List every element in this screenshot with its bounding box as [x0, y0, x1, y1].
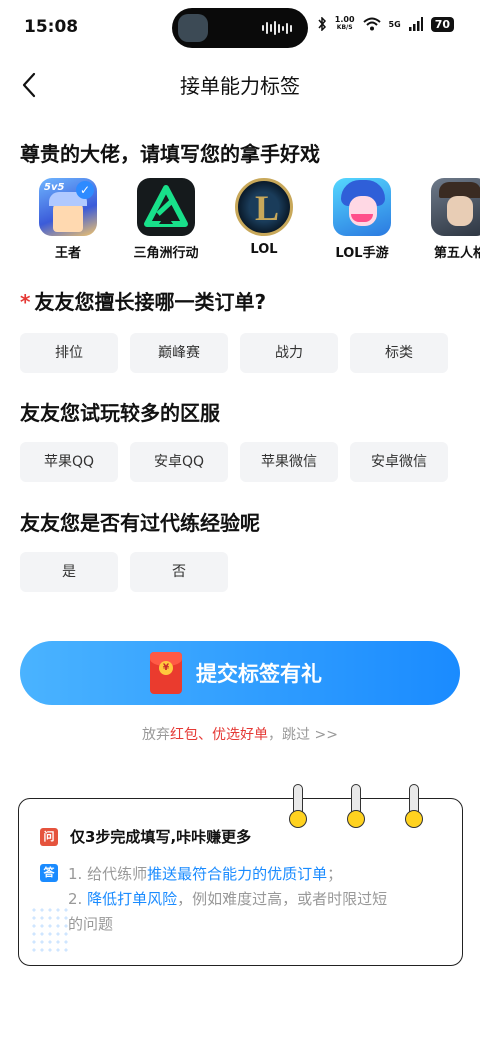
- option-chip[interactable]: 标类: [350, 333, 448, 373]
- required-mark: *: [20, 290, 31, 314]
- game-item-lol[interactable]: L LOL: [216, 178, 312, 257]
- skip-suffix: ，跳过 >>: [268, 727, 338, 743]
- answer-text: ，例如难度过高，或者时限过短: [177, 890, 388, 908]
- selected-check-icon: ✓: [76, 181, 94, 199]
- skip-highlight: 红包、优选好单: [170, 727, 269, 743]
- coin-icon: ¥: [159, 661, 173, 675]
- game-label: 第五人格: [433, 246, 480, 261]
- game-item-sanjiaozhou[interactable]: 三角洲行动: [118, 178, 214, 261]
- games-list: 5v5 ✓ 王者 三角洲行动 L LOL LOL手游 第五人格: [0, 178, 480, 268]
- game-item-wangzhe[interactable]: 5v5 ✓ 王者: [20, 178, 116, 261]
- audio-wave-icon: [262, 21, 292, 35]
- answer-text: 1. 给代练师: [68, 865, 148, 883]
- answer-highlight: 降低打单风险: [87, 890, 178, 908]
- option-chip[interactable]: 苹果微信: [240, 442, 338, 482]
- option-chip[interactable]: 战力: [240, 333, 338, 373]
- status-icons: 1.00 KB/S 5G 70: [317, 16, 454, 32]
- page-title: 接单能力标签: [180, 74, 300, 98]
- option-chip[interactable]: 安卓微信: [350, 442, 448, 482]
- answer-badge: 答: [40, 864, 58, 882]
- game-item-lol-mobile[interactable]: LOL手游: [314, 178, 410, 261]
- game-label: 王者: [54, 246, 81, 261]
- speed-value: 1.00: [334, 15, 355, 24]
- status-bar: 15:08 1.00 KB/S 5G 70: [0, 0, 480, 56]
- answer-text: 2.: [68, 890, 88, 908]
- nav-header: 接单能力标签: [0, 58, 480, 106]
- order-type-options: 排位 巅峰赛 战力 标类: [20, 333, 448, 373]
- answer-line-3: 的问题: [68, 915, 114, 933]
- game-item-diwurenge[interactable]: 第五人格: [412, 178, 480, 261]
- dynamic-island: [172, 8, 308, 48]
- sanjiaozhou-game-icon: [137, 178, 195, 236]
- game-label: LOL: [250, 242, 278, 257]
- status-time: 15:08: [24, 17, 79, 37]
- answer-highlight: 推送最符合能力的优质订单: [147, 865, 328, 883]
- experience-options: 是 否: [20, 552, 228, 592]
- answer-line-2: 2. 降低打单风险，例如难度过高，或者时限过短: [68, 887, 387, 912]
- answer-text: ；: [327, 865, 343, 883]
- submit-label: 提交标签有礼: [196, 662, 322, 686]
- order-type-title-text: 友友您擅长接哪一类订单?: [34, 290, 267, 314]
- lol-mobile-game-icon: [333, 178, 391, 236]
- question-text: 仅3步完成填写,咔咔赚更多: [70, 828, 252, 846]
- diwurenge-game-icon: [431, 178, 480, 236]
- binder-ring-icon: [405, 784, 423, 828]
- game-label: 三角洲行动: [133, 246, 199, 261]
- wangzhe-game-icon: 5v5 ✓: [39, 178, 97, 236]
- red-envelope-icon: ¥: [150, 652, 182, 694]
- game-label: LOL手游: [335, 246, 389, 261]
- wifi-icon: [362, 17, 381, 31]
- server-options: 苹果QQ 安卓QQ 苹果微信 安卓微信: [20, 442, 448, 482]
- order-type-section-title: * 友友您擅长接哪一类订单?: [20, 286, 266, 315]
- decorative-dots: [30, 906, 70, 956]
- skip-link[interactable]: 放弃红包、优选好单，跳过 >>: [0, 724, 480, 744]
- binder-ring-icon: [347, 784, 365, 828]
- answer-line-1: 1. 给代练师推送最符合能力的优质订单；: [68, 862, 342, 887]
- signal-icon: [408, 17, 423, 31]
- experience-section-title: 友友您是否有过代练经验呢: [20, 511, 260, 535]
- option-chip[interactable]: 是: [20, 552, 118, 592]
- media-thumbnail: [178, 14, 208, 42]
- question-badge: 问: [40, 828, 58, 846]
- option-chip[interactable]: 否: [130, 552, 228, 592]
- option-chip[interactable]: 苹果QQ: [20, 442, 118, 482]
- server-section-title: 友友您试玩较多的区服: [20, 401, 220, 425]
- submit-button[interactable]: ¥ 提交标签有礼: [20, 641, 460, 705]
- option-chip[interactable]: 排位: [20, 333, 118, 373]
- lol-game-icon: L: [235, 178, 293, 236]
- speed-unit: KB/S: [336, 24, 353, 31]
- option-chip[interactable]: 巅峰赛: [130, 333, 228, 373]
- bluetooth-icon: [318, 17, 326, 31]
- binder-ring-icon: [289, 784, 307, 828]
- network-type: 5G: [388, 19, 401, 29]
- option-chip[interactable]: 安卓QQ: [130, 442, 228, 482]
- games-section-title: 尊贵的大佬，请填写您的拿手好戏: [20, 142, 320, 166]
- skip-prefix: 放弃: [142, 727, 171, 743]
- battery-indicator: 70: [430, 16, 454, 32]
- network-speed: 1.00 KB/S: [335, 16, 355, 32]
